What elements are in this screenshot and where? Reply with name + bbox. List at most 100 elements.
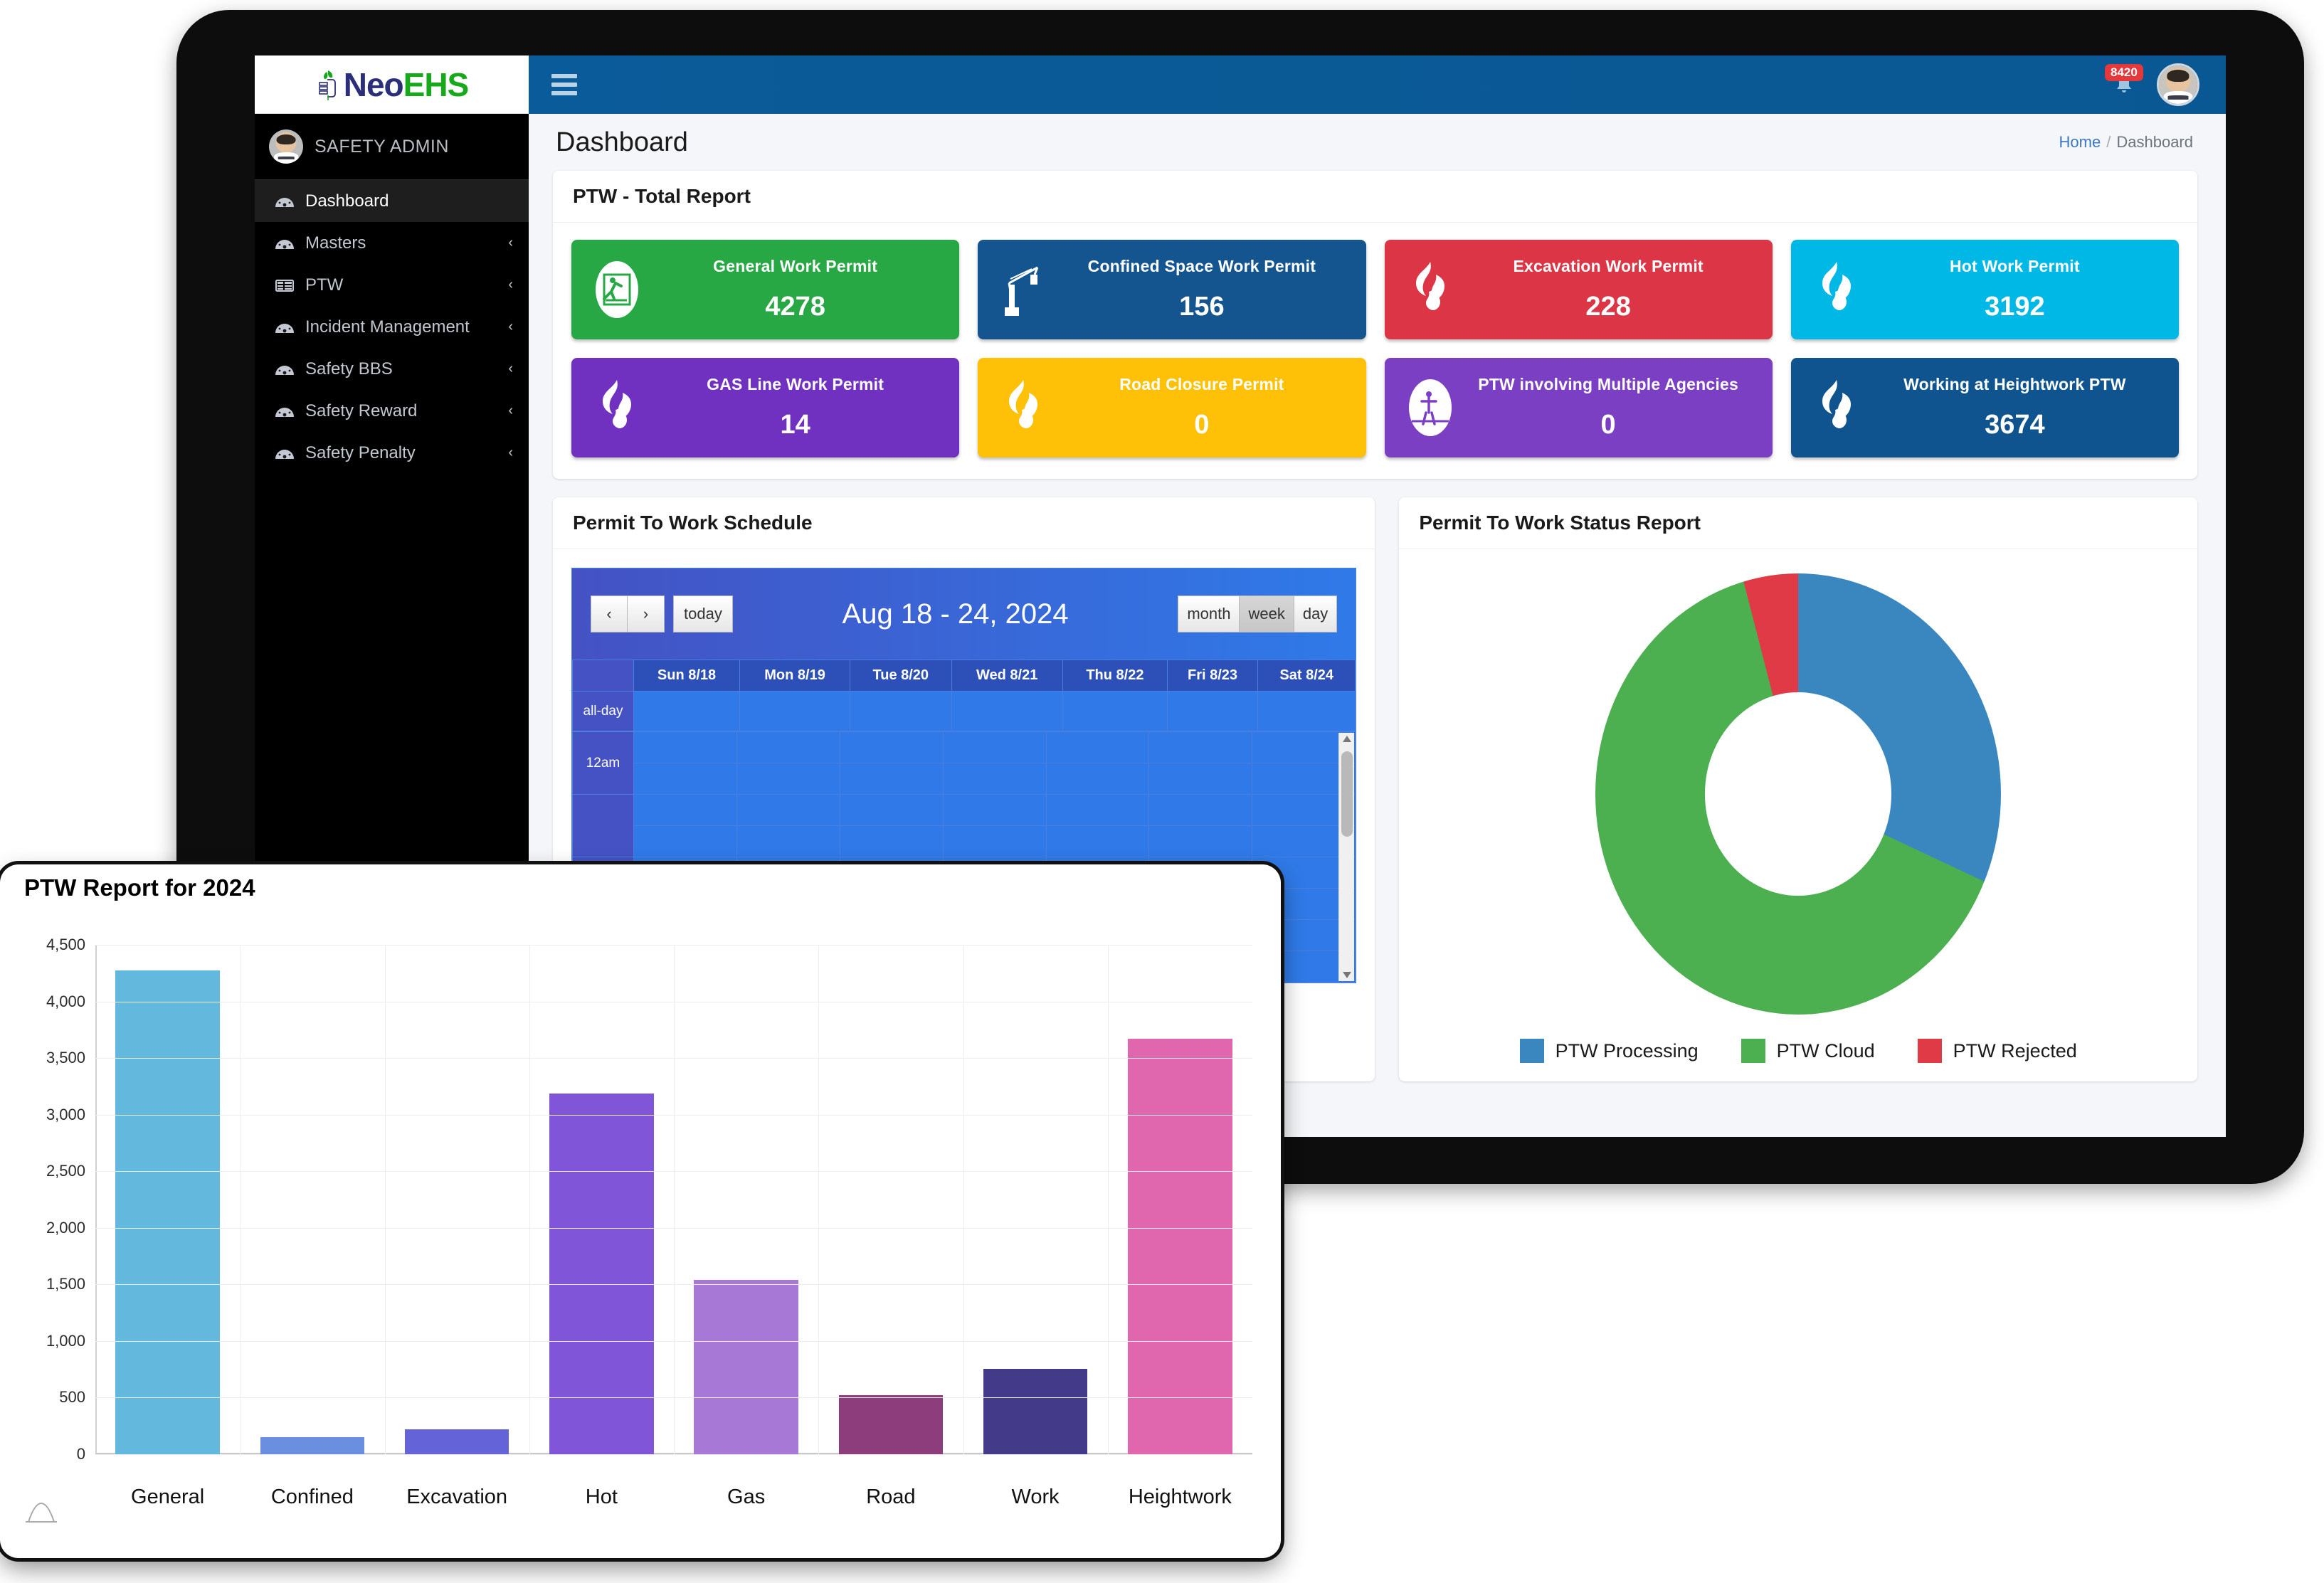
scroll-down-arrow-icon[interactable] — [1343, 972, 1352, 978]
calendar-allday-label: all-day — [572, 691, 634, 731]
kpi-tile-excavation-work-permit[interactable]: Excavation Work Permit 228 — [1384, 240, 1773, 339]
calendar-cell[interactable] — [839, 825, 944, 857]
breadcrumb-home-link[interactable]: Home — [2059, 133, 2101, 151]
sidebar-item-label: Safety Reward — [305, 401, 418, 420]
menu-toggle-icon[interactable] — [551, 74, 577, 95]
bar[interactable] — [1128, 1039, 1232, 1455]
calendar-view-month[interactable]: month — [1178, 595, 1240, 632]
x-axis-tick-label: Hot — [585, 1486, 618, 1508]
sidebar-item-dashboard[interactable]: Dashboard — [255, 180, 529, 222]
ptw-report-window: PTW Report for 2024 0 500 1,000 1,500 2,000 2… — [0, 864, 1281, 1558]
calendar-cell[interactable] — [736, 794, 840, 826]
sidebar-item-safety-penalty[interactable]: Safety Penalty ‹ — [255, 432, 529, 474]
calendar-cell[interactable] — [1045, 794, 1150, 826]
status-donut-chart[interactable] — [1595, 573, 2002, 1015]
calendar-cell[interactable] — [942, 763, 1047, 795]
calendar-cell[interactable] — [839, 763, 944, 795]
calendar-cell[interactable] — [633, 794, 737, 826]
scrollbar-thumb[interactable] — [1341, 751, 1353, 837]
kpi-tile-general-work-permit[interactable]: General Work Permit 4278 — [571, 240, 960, 339]
calendar-cell[interactable] — [739, 691, 851, 731]
calendar-today-button[interactable]: today — [673, 595, 733, 632]
x-axis-labels: General Confined Excavation Hot Gas Road Work H… — [95, 1486, 1252, 1509]
kpi-tile-road-closure-permit[interactable]: Road Closure Permit 0 — [978, 358, 1366, 457]
calendar-day-header[interactable]: Wed 8/21 — [951, 660, 1063, 692]
sidebar-item-safety-reward[interactable]: Safety Reward ‹ — [255, 390, 529, 432]
kpi-tile-gas-line-work-permit[interactable]: GAS Line Work Permit 14 — [571, 358, 960, 457]
bar[interactable] — [260, 1437, 365, 1455]
legend-item[interactable]: PTW Rejected — [1917, 1039, 2077, 1063]
kpi-tile-confined-space-work-permit[interactable]: Confined Space Work Permit 156 — [978, 240, 1366, 339]
bar[interactable] — [694, 1280, 798, 1455]
calendar-cell[interactable] — [1166, 691, 1259, 731]
permit-to-work-status-report-card: Permit To Work Status Report PTW Process… — [1399, 497, 2197, 1081]
calendar-cell[interactable] — [633, 731, 737, 763]
calendar-day-header[interactable]: Mon 8/19 — [739, 660, 851, 692]
sidebar-user[interactable]: SAFETY ADMIN — [255, 114, 529, 180]
calendar-day-header[interactable]: Sat 8/24 — [1257, 660, 1356, 692]
kpi-label: Road Closure Permit — [1119, 375, 1284, 393]
status-report-body: PTW Processing PTW Cloud PTW Rejected — [1399, 549, 2197, 1081]
calendar-cell[interactable] — [633, 691, 741, 731]
calendar-day-header[interactable]: Fri 8/23 — [1166, 660, 1259, 692]
bar[interactable] — [838, 1394, 944, 1455]
calendar-cell[interactable] — [1045, 731, 1150, 763]
sidebar-item-safety-bbs[interactable]: Safety BBS ‹ — [255, 348, 529, 390]
bar[interactable] — [549, 1094, 654, 1455]
calendar-view-week[interactable]: week — [1240, 595, 1294, 632]
calendar-cell[interactable] — [633, 763, 737, 795]
legend-item[interactable]: PTW Processing — [1519, 1039, 1699, 1063]
calendar-cell[interactable] — [736, 825, 840, 857]
sidebar-item-incident-management[interactable]: Incident Management ‹ — [255, 306, 529, 348]
calendar-header-table: Sun 8/18 Mon 8/19 Tue 8/20 Wed 8/21 Thu … — [572, 660, 1356, 731]
x-axis-tick-label: Confined — [270, 1486, 354, 1508]
calendar-cell[interactable] — [736, 731, 840, 763]
calendar-day-header[interactable]: Sun 8/18 — [633, 660, 741, 692]
x-axis-tick-label: Gas — [727, 1486, 766, 1508]
calendar-cell[interactable] — [1257, 691, 1356, 731]
calendar-prev-button[interactable]: ‹ — [591, 595, 628, 632]
calendar-cell[interactable] — [1148, 794, 1253, 826]
calendar-next-button[interactable]: › — [628, 595, 665, 632]
calendar-cell[interactable] — [633, 825, 737, 857]
kpi-tile-hot-work-permit[interactable]: Hot Work Permit 3192 — [1790, 240, 2179, 339]
kpi-tile-working-at-heightwork-ptw[interactable]: Working at Heightwork PTW 3674 — [1790, 358, 2179, 457]
calendar-cell[interactable] — [1045, 763, 1150, 795]
legend-item[interactable]: PTW Cloud — [1741, 1039, 1875, 1063]
user-avatar[interactable] — [2157, 63, 2199, 106]
notifications-button[interactable]: 8420 — [2105, 64, 2143, 101]
calendar-cell[interactable] — [1045, 825, 1150, 857]
calendar-cell[interactable] — [850, 691, 952, 731]
calendar-cell[interactable] — [1062, 691, 1168, 731]
kpi-value: 4278 — [765, 292, 825, 322]
kpi-tile-ptw-involving-multiple-agencies[interactable]: PTW involving Multiple Agencies 0 — [1384, 358, 1773, 457]
sidebar-item-masters[interactable]: Masters ‹ — [255, 222, 529, 264]
calendar-cell[interactable] — [839, 794, 944, 826]
calendar-view-day[interactable]: day — [1294, 595, 1338, 632]
calendar-day-header[interactable]: Thu 8/22 — [1062, 660, 1168, 692]
calendar-cell[interactable] — [951, 691, 1063, 731]
calendar-cell[interactable] — [1148, 731, 1253, 763]
flame-icon — [1398, 259, 1463, 320]
vertical-gridline — [384, 946, 386, 1455]
page-header: Dashboard Home / Dashboard — [529, 114, 2226, 171]
brand-logo[interactable]: NeoEHS — [255, 55, 529, 114]
calendar-cell[interactable] — [839, 731, 944, 763]
calendar-cell[interactable] — [736, 763, 840, 795]
calendar-cell[interactable] — [1148, 825, 1253, 857]
calendar-cell[interactable] — [942, 794, 1047, 826]
schedule-title: Permit To Work Schedule — [553, 497, 1375, 549]
bar[interactable] — [983, 1369, 1088, 1455]
speedometer-icon — [275, 449, 294, 459]
calendar-scrollbar[interactable] — [1338, 733, 1355, 981]
calendar-cell[interactable] — [942, 825, 1047, 857]
bar[interactable] — [404, 1429, 509, 1455]
kpi-label: GAS Line Work Permit — [707, 375, 884, 393]
calendar-cell[interactable] — [1148, 763, 1253, 795]
page-title: Dashboard — [556, 127, 688, 157]
sidebar-item-ptw[interactable]: PTW ‹ — [255, 264, 529, 306]
calendar-cell[interactable] — [942, 731, 1047, 763]
scroll-up-arrow-icon[interactable] — [1343, 736, 1352, 742]
calendar-day-header[interactable]: Tue 8/20 — [850, 660, 952, 692]
bar[interactable] — [115, 970, 220, 1455]
